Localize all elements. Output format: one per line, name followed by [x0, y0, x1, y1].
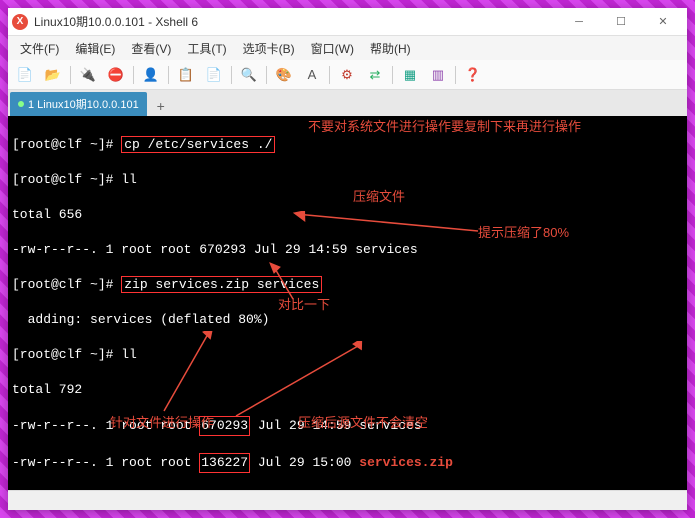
minimize-button[interactable]: ─: [559, 10, 599, 34]
profile-button[interactable]: 👤: [138, 63, 164, 87]
zip-filename: services.zip: [359, 455, 453, 470]
toolbar: 📄 📂 🔌 ⛔ 👤 📋 📄 🔍 🎨 A ⚙ ⇄ ▦ ▥ ❓: [8, 60, 687, 90]
session-tab[interactable]: 1 Linux10期10.0.0.101: [10, 92, 147, 116]
color-scheme-button[interactable]: 🎨: [271, 63, 297, 87]
toolbar-separator: [392, 66, 393, 84]
menu-view[interactable]: 查看(V): [123, 38, 179, 59]
open-button[interactable]: 📂: [40, 63, 66, 87]
terminal-line: [root@clf ~]# cp /etc/services ./: [12, 136, 683, 154]
terminal-line: -rw-r--r--. 1 root root 670293 Jul 29 14…: [12, 241, 683, 259]
toolbar-separator: [231, 66, 232, 84]
maximize-button[interactable]: ☐: [601, 10, 641, 34]
annotation-deflated-80: 提示压缩了80%: [478, 224, 569, 242]
reconnect-button[interactable]: 🔌: [75, 63, 101, 87]
paste-button[interactable]: 📄: [201, 63, 227, 87]
menubar: 文件(F) 编辑(E) 查看(V) 工具(T) 选项卡(B) 窗口(W) 帮助(…: [8, 36, 687, 60]
toolbar-separator: [168, 66, 169, 84]
annotation-copy-warning: 不要对系统文件进行操作要复制下来再进行操作: [308, 118, 581, 136]
toolbar-separator: [70, 66, 71, 84]
annotation-operate-on-file: 针对文件进行操作: [110, 414, 214, 432]
window-title: Linux10期10.0.0.101 - Xshell 6: [34, 13, 559, 30]
toolbar-separator: [133, 66, 134, 84]
help-button[interactable]: ❓: [460, 63, 486, 87]
menu-file[interactable]: 文件(F): [12, 38, 67, 59]
copy-button[interactable]: 📋: [173, 63, 199, 87]
menu-help[interactable]: 帮助(H): [362, 38, 419, 59]
tab-label: 1 Linux10期10.0.0.101: [28, 96, 139, 112]
tabbar: 1 Linux10期10.0.0.101 +: [8, 90, 687, 116]
menu-tabs[interactable]: 选项卡(B): [235, 38, 303, 59]
boxed-command-cp: cp /etc/services ./: [121, 136, 275, 153]
tab-layout-button[interactable]: ▥: [425, 63, 451, 87]
disconnect-button[interactable]: ⛔: [103, 63, 129, 87]
statusbar: [8, 490, 687, 510]
arrow-icon: [228, 341, 368, 421]
toolbar-separator: [329, 66, 330, 84]
terminal-line: -rw-r--r--. 1 root root 136227 Jul 29 15…: [12, 453, 683, 473]
toolbar-separator: [266, 66, 267, 84]
arrow-icon: [288, 211, 478, 236]
find-button[interactable]: 🔍: [236, 63, 262, 87]
boxed-size-compressed: 136227: [199, 453, 250, 473]
connection-status-icon: [18, 101, 24, 107]
app-icon: X: [12, 14, 28, 30]
terminal[interactable]: [root@clf ~]# cp /etc/services ./ [root@…: [8, 116, 687, 490]
terminal-line: [root@clf ~]# ll: [12, 171, 683, 189]
add-tab-button[interactable]: +: [151, 96, 171, 116]
close-button[interactable]: ✕: [643, 10, 683, 34]
menu-window[interactable]: 窗口(W): [303, 38, 362, 59]
toolbar-separator: [455, 66, 456, 84]
layout-button[interactable]: ▦: [397, 63, 423, 87]
font-button[interactable]: A: [299, 63, 325, 87]
arrow-icon: [268, 261, 298, 301]
annotation-compress-file: 压缩文件: [353, 188, 405, 206]
titlebar: X Linux10期10.0.0.101 - Xshell 6 ─ ☐ ✕: [8, 8, 687, 36]
terminal-line: [root@clf ~]# zip services.zip services: [12, 276, 683, 294]
arrow-icon: [158, 331, 218, 416]
script-button[interactable]: ⚙: [334, 63, 360, 87]
transfer-button[interactable]: ⇄: [362, 63, 388, 87]
menu-tools[interactable]: 工具(T): [179, 38, 234, 59]
menu-edit[interactable]: 编辑(E): [67, 38, 123, 59]
terminal-line: adding: services (deflated 80%): [12, 311, 683, 329]
app-window: X Linux10期10.0.0.101 - Xshell 6 ─ ☐ ✕ 文件…: [8, 8, 687, 510]
new-session-button[interactable]: 📄: [12, 63, 38, 87]
